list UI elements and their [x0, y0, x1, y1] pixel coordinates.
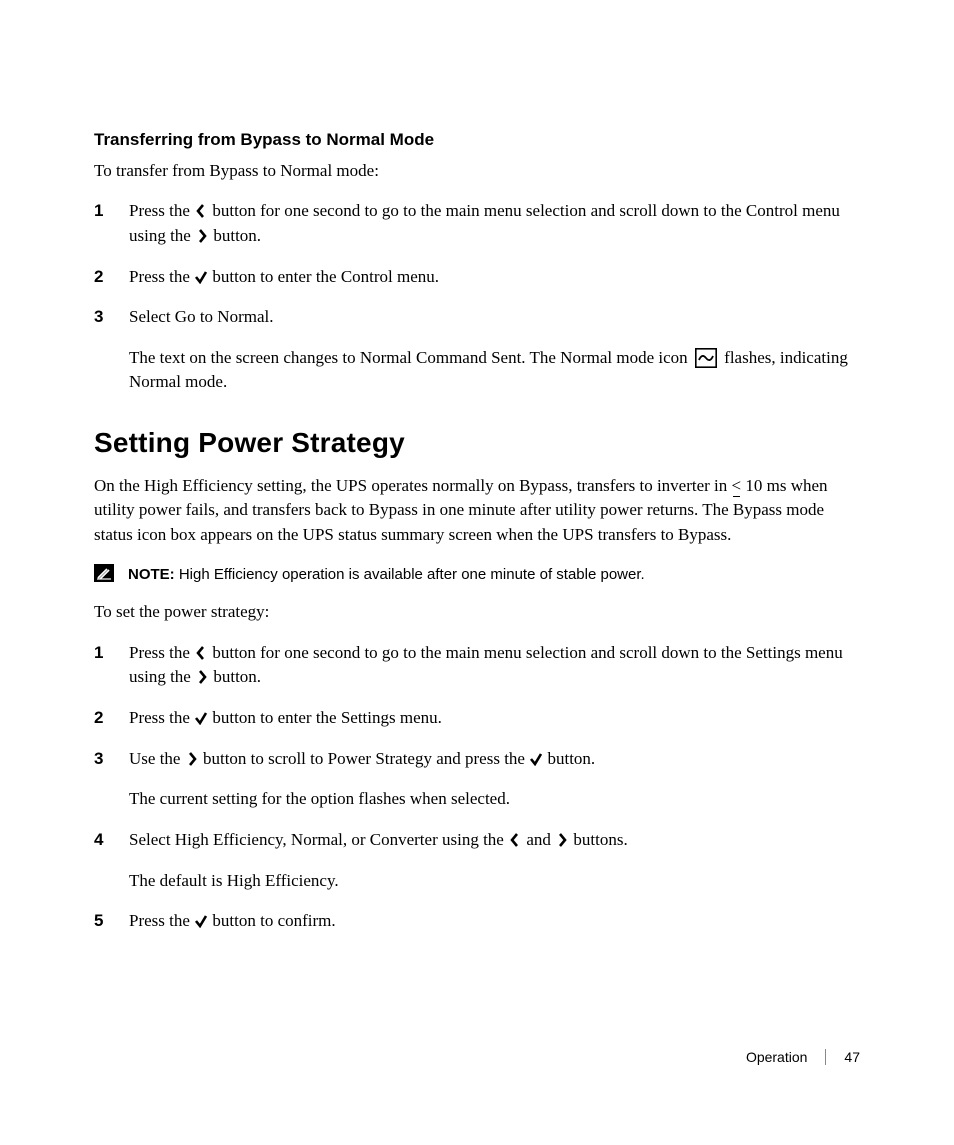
step-text: Select Go to Normal.	[129, 307, 273, 326]
note-block: NOTE: High Efficiency operation is avail…	[94, 564, 860, 587]
step-followup: The default is High Efficiency.	[129, 869, 860, 894]
step-followup: The text on the screen changes to Normal…	[129, 346, 860, 395]
step-text-fragment: button to confirm.	[208, 911, 335, 930]
step-item: 1 Press the button for one second to go …	[94, 641, 860, 690]
text-fragment: On the High Efficiency setting, the UPS …	[94, 476, 732, 495]
normal-mode-icon	[695, 348, 717, 368]
step-followup: The current setting for the option flash…	[129, 787, 860, 812]
document-page: Transferring from Bypass to Normal Mode …	[0, 0, 954, 1145]
check-icon	[194, 914, 208, 928]
chevron-right-icon	[185, 752, 199, 766]
step-text-fragment: Press the	[129, 708, 194, 727]
section-heading-power-strategy: Setting Power Strategy	[94, 423, 860, 464]
step-number: 3	[94, 305, 103, 330]
step-number: 1	[94, 641, 103, 666]
chevron-left-icon	[508, 833, 522, 847]
step-item: 1 Press the button for one second to go …	[94, 199, 860, 248]
chevron-left-icon	[194, 646, 208, 660]
footer-divider	[825, 1049, 826, 1065]
step-text-fragment: button to scroll to Power Strategy and p…	[199, 749, 530, 768]
leq-symbol: <	[732, 474, 742, 499]
chevron-right-icon	[555, 833, 569, 847]
chevron-right-icon	[195, 670, 209, 684]
step-text-fragment: Press the	[129, 643, 194, 662]
step-text-fragment: Press the	[129, 201, 194, 220]
note-label: NOTE:	[128, 566, 175, 583]
subsection-heading-bypass-normal: Transferring from Bypass to Normal Mode	[94, 128, 860, 153]
step-item: 3 Use the button to scroll to Power Stra…	[94, 747, 860, 812]
step-text-fragment: button.	[209, 226, 261, 245]
step-text-fragment: Press the	[129, 267, 194, 286]
note-icon	[94, 564, 114, 582]
chevron-right-icon	[195, 229, 209, 243]
step-text-fragment: button.	[209, 667, 261, 686]
footer-section-name: Operation	[746, 1047, 807, 1067]
note-text: NOTE: High Efficiency operation is avail…	[128, 564, 645, 587]
body-paragraph: On the High Efficiency setting, the UPS …	[94, 474, 860, 548]
step-text-fragment: button to enter the Settings menu.	[208, 708, 442, 727]
step-text-fragment: Use the	[129, 749, 185, 768]
step-number: 5	[94, 909, 103, 934]
step-item: 5 Press the button to confirm.	[94, 909, 860, 934]
check-icon	[529, 752, 543, 766]
step-text-fragment: and	[522, 830, 555, 849]
step-item: 2 Press the button to enter the Control …	[94, 265, 860, 290]
step-item: 4 Select High Efficiency, Normal, or Con…	[94, 828, 860, 893]
step-number: 4	[94, 828, 103, 853]
step-text-fragment: buttons.	[569, 830, 628, 849]
intro-text: To set the power strategy:	[94, 600, 860, 625]
step-text-fragment: Press the	[129, 911, 194, 930]
step-text-fragment: button.	[543, 749, 595, 768]
step-number: 2	[94, 265, 103, 290]
step-number: 2	[94, 706, 103, 731]
footer-page-number: 47	[844, 1047, 860, 1067]
check-icon	[194, 711, 208, 725]
page-footer: Operation 47	[746, 1047, 860, 1067]
step-item: 2 Press the button to enter the Settings…	[94, 706, 860, 731]
note-body: High Efficiency operation is available a…	[175, 566, 645, 583]
step-text-fragment: The text on the screen changes to Normal…	[129, 348, 692, 367]
steps-list-bypass: 1 Press the button for one second to go …	[94, 199, 860, 395]
step-item: 3 Select Go to Normal. The text on the s…	[94, 305, 860, 395]
check-icon	[194, 270, 208, 284]
step-text-fragment: button to enter the Control menu.	[208, 267, 439, 286]
steps-list-power-strategy: 1 Press the button for one second to go …	[94, 641, 860, 934]
step-number: 3	[94, 747, 103, 772]
intro-text: To transfer from Bypass to Normal mode:	[94, 159, 860, 184]
step-number: 1	[94, 199, 103, 224]
step-text-fragment: Select High Efficiency, Normal, or Conve…	[129, 830, 508, 849]
chevron-left-icon	[194, 204, 208, 218]
